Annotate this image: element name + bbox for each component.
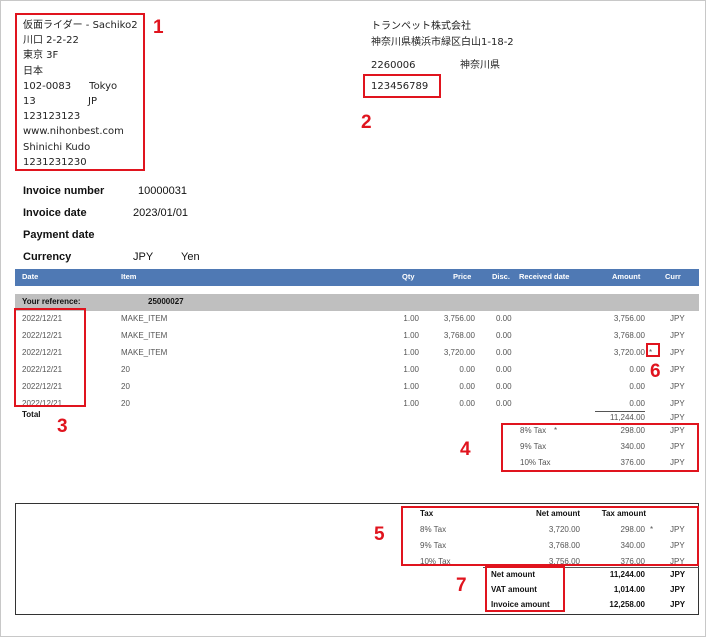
invoice-date-label: Invoice date [23,207,87,219]
col-curr: Curr [665,272,681,281]
row-currency: JPY [670,314,685,323]
row-disc: 0.00 [496,331,512,340]
summary-total-currency: JPY [670,570,686,579]
col-qty: Qty [402,272,415,281]
row-disc: 0.00 [496,382,512,391]
row-currency: JPY [670,348,685,357]
col-price: Price [453,272,472,281]
table-row: 2022/12/21 20 1.00 0.00 0.00 0.00 JPY [15,380,699,396]
row-item: 20 [121,365,130,374]
table-row: 2022/12/21 MAKE_ITEM 1.00 3,756.00 0.00 3,756… [15,312,699,328]
col-date: Date [22,272,39,281]
row-amount: 3,756.00 [613,314,645,323]
invoice-number-label: Invoice number [23,185,105,197]
highlight-box-3 [14,308,86,407]
highlight-box-5 [401,506,699,566]
total-amount: 11,244.00 [610,413,645,422]
invoice-page: 仮面ライダー - Sachiko2 川口 2-2-22 東京 3F 日本 102… [0,0,706,637]
company-prefecture: 神奈川県 [460,60,500,71]
summary-total-currency: JPY [670,585,686,594]
callout-6: 6 [650,361,661,382]
callout-4: 4 [460,439,471,460]
row-price: 3,720.00 [443,348,475,357]
company-address: 神奈川県横浜市緑区白山1-18-2 [371,37,514,48]
row-amount: 0.00 [629,382,645,391]
row-amount: 0.00 [629,365,645,374]
payment-date-label: Payment date [23,229,95,241]
row-item: MAKE_ITEM [121,331,168,340]
table-row: 2022/12/21 20 1.00 0.00 0.00 0.00 JPY [15,363,699,379]
summary-total-value: 1,014.00 [613,585,645,594]
highlight-box-2 [363,74,441,98]
row-price: 0.00 [459,365,475,374]
row-qty: 1.00 [403,382,419,391]
invoice-number: 10000031 [138,185,187,197]
row-currency: JPY [670,331,685,340]
highlight-box-6 [646,343,660,357]
highlight-box-4 [501,423,699,472]
row-price: 3,756.00 [443,314,475,323]
col-received-date: Received date [519,272,570,281]
highlight-box-1 [15,13,145,171]
row-item: 20 [121,399,130,408]
row-amount: 0.00 [629,399,645,408]
col-item: Item [121,272,137,281]
row-qty: 1.00 [403,399,419,408]
currency-name: Yen [181,251,200,263]
total-underline [595,411,645,412]
callout-1: 1 [153,17,164,38]
row-price: 3,768.00 [443,331,475,340]
col-disc: Disc. [492,272,510,281]
reference-bar: Your reference: 25000027 [15,294,699,311]
callout-2: 2 [361,112,372,133]
items-table-header: Date Item Qty Price Disc. Received date … [15,269,699,286]
company-postal: 2260006 [371,60,416,71]
row-item: 20 [121,382,130,391]
col-amount: Amount [612,272,641,281]
row-price: 0.00 [459,399,475,408]
currency-label: Currency [23,251,72,263]
row-currency: JPY [670,365,685,374]
row-qty: 1.00 [403,331,419,340]
table-row: 2022/12/21 MAKE_ITEM 1.00 3,720.00 0.00 3,720… [15,346,699,362]
total-label: Total [22,410,41,419]
callout-3: 3 [57,416,68,437]
row-currency: JPY [670,382,685,391]
row-item: MAKE_ITEM [121,348,168,357]
row-qty: 1.00 [403,365,419,374]
invoice-date: 2023/01/01 [133,207,189,219]
currency-code: JPY [133,251,154,263]
row-price: 0.00 [459,382,475,391]
row-disc: 0.00 [496,399,512,408]
total-currency: JPY [670,413,685,422]
reference-value: 25000027 [148,297,184,306]
reference-label: Your reference: [22,297,81,306]
row-amount: 3,720.00 [613,348,645,357]
table-row: 2022/12/21 MAKE_ITEM 1.00 3,768.00 0.00 3,768… [15,329,699,345]
summary-total-currency: JPY [670,600,686,609]
callout-7: 7 [456,575,467,596]
company-name: トランペット株式会社 [371,21,471,32]
row-currency: JPY [670,399,685,408]
row-qty: 1.00 [403,314,419,323]
highlight-box-7 [485,566,565,612]
callout-5: 5 [374,524,385,545]
row-disc: 0.00 [496,348,512,357]
row-disc: 0.00 [496,314,512,323]
row-qty: 1.00 [403,348,419,357]
row-amount: 3,768.00 [613,331,645,340]
summary-total-value: 11,244.00 [609,570,645,579]
row-disc: 0.00 [496,365,512,374]
row-item: MAKE_ITEM [121,314,168,323]
summary-total-value: 12,258.00 [609,600,645,609]
